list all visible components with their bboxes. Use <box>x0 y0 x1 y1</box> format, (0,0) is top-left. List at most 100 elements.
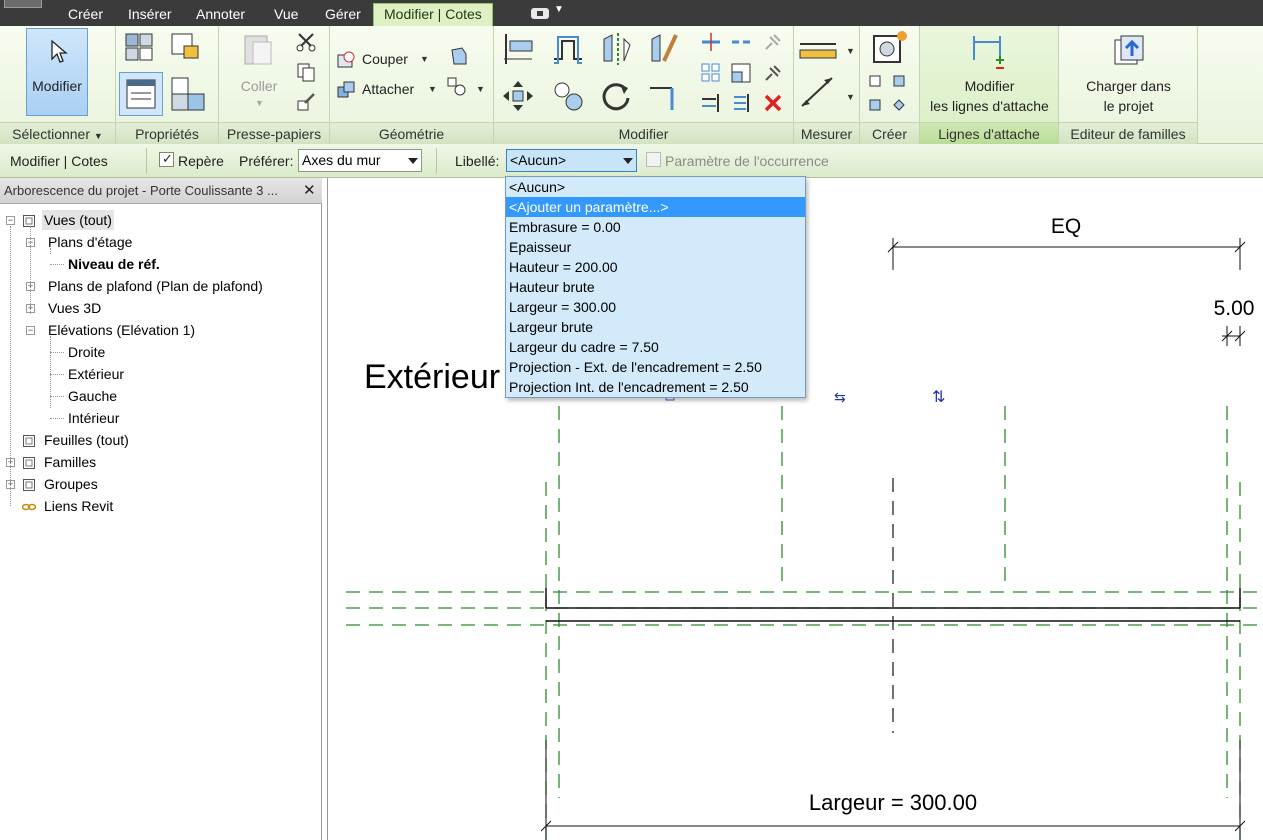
tree-item[interactable]: Extérieur <box>0 364 320 384</box>
width-dimension-text[interactable]: Largeur = 300.00 <box>809 790 977 815</box>
tree-item[interactable]: − Elévations (Elévation 1) <box>0 320 320 340</box>
trim-extend-multiple-icon[interactable] <box>730 92 752 114</box>
dropdown-option[interactable]: <Ajouter un paramètre...> <box>506 197 805 217</box>
cut-geometry-label[interactable]: Couper <box>362 51 408 67</box>
panel-measure: ▼ ▼ Mesurer <box>794 26 860 144</box>
tree-item[interactable]: Intérieur <box>0 408 320 428</box>
tab-annoter[interactable]: Annoter <box>196 4 245 26</box>
libelle-label: Libellé: <box>455 153 500 169</box>
create-group-icon[interactable] <box>868 74 908 114</box>
quick-access-dropdown-icon[interactable]: ▼ <box>554 4 564 15</box>
cut-icon[interactable] <box>295 31 317 53</box>
unpin-icon[interactable] <box>762 31 784 53</box>
join-geometry-icon[interactable] <box>335 79 357 101</box>
attach-dropdown-icon[interactable]: ▼ <box>428 84 437 94</box>
load-into-project-button[interactable]: Charger dans le projet <box>1059 26 1198 120</box>
measure-between-points-icon[interactable] <box>798 34 838 64</box>
dropdown-option[interactable]: Largeur = 300.00 <box>506 297 805 317</box>
offset-icon[interactable] <box>550 31 586 67</box>
load-into-project-icon <box>1114 35 1144 65</box>
modify-button-label: Modifier <box>32 78 82 94</box>
align-icon[interactable] <box>500 31 536 67</box>
dropdown-option[interactable]: Projection Int. de l'encadrement = 2.50 <box>506 377 805 397</box>
split-element-icon[interactable] <box>700 31 722 53</box>
attach-label[interactable]: Attacher <box>362 81 414 97</box>
paste-dropdown-icon[interactable]: ▼ <box>255 98 264 108</box>
aligned-dimension-icon[interactable] <box>798 74 838 110</box>
cut-geometry-icon[interactable] <box>335 49 357 71</box>
tree-item[interactable]: Droite <box>0 342 320 362</box>
eq-dimension-text[interactable]: EQ <box>1051 215 1081 238</box>
match-properties-icon[interactable] <box>295 91 317 113</box>
collapse-icon[interactable]: − <box>26 326 35 335</box>
tree-item[interactable]: − Plans d'étage <box>0 232 320 252</box>
panel-geometry-label: Géométrie <box>330 122 493 144</box>
tree-item[interactable]: − Vues (tout) <box>0 210 320 230</box>
tree-item[interactable]: + Vues 3D <box>0 298 320 318</box>
mirror-draw-axis-icon[interactable] <box>646 31 682 67</box>
copy-element-icon[interactable] <box>550 78 586 114</box>
dimension-dropdown-icon[interactable]: ▼ <box>846 92 855 102</box>
modify-attach-lines-button[interactable]: Modifier les lignes d'attache <box>920 26 1059 120</box>
repere-checkbox[interactable] <box>159 151 174 167</box>
tree-item[interactable]: Niveau de réf. <box>0 254 320 274</box>
panel-select-label[interactable]: Sélectionner ▼ <box>0 122 115 144</box>
eq-dimension[interactable] <box>887 238 1246 270</box>
move-icon[interactable] <box>500 78 536 114</box>
dropdown-option[interactable]: Hauteur = 200.00 <box>506 257 805 277</box>
flip-horizontal-icon[interactable]: ⇆ <box>834 390 846 406</box>
family-types-icon[interactable] <box>168 74 208 114</box>
tree-item[interactable]: Liens Revit <box>0 496 320 516</box>
libelle-select[interactable]: <Aucun> <box>506 149 637 172</box>
element-properties-icon[interactable] <box>168 30 202 64</box>
type-properties-icon[interactable] <box>122 30 156 64</box>
prefer-select[interactable]: Axes du mur <box>298 149 422 172</box>
measure-dropdown-icon[interactable]: ▼ <box>846 46 855 56</box>
properties-toggle-button[interactable] <box>119 72 163 116</box>
tab-gerer[interactable]: Gérer <box>325 4 361 26</box>
tab-modifier-cotes[interactable]: Modifier | Cotes <box>373 3 493 26</box>
dropdown-option[interactable]: Epaisseur <box>506 237 805 257</box>
dropdown-option[interactable]: Projection - Ext. de l'encadrement = 2.5… <box>506 357 805 377</box>
mirror-axis-icon[interactable] <box>598 31 634 67</box>
delete-icon[interactable] <box>762 92 784 114</box>
cut-dropdown-icon[interactable]: ▼ <box>420 54 429 64</box>
modify-button[interactable]: Modifier <box>26 28 88 116</box>
tree-item[interactable]: + Groupes <box>0 474 320 494</box>
geometry-more-dropdown-icon[interactable]: ▼ <box>476 84 485 94</box>
tree-item-label: Droite <box>68 344 106 360</box>
rotate-icon[interactable] <box>598 78 634 114</box>
split-gap-icon[interactable] <box>730 31 752 53</box>
dropdown-option[interactable]: Largeur brute <box>506 317 805 337</box>
array-icon[interactable] <box>700 62 722 84</box>
split-face-icon[interactable] <box>446 76 468 98</box>
copy-icon[interactable] <box>295 61 317 83</box>
tree-item[interactable]: Feuilles (tout) <box>0 430 320 450</box>
trim-extend-corner-icon[interactable] <box>646 78 682 114</box>
scale-icon[interactable] <box>730 62 752 84</box>
collapse-icon[interactable]: − <box>6 216 15 225</box>
application-button[interactable] <box>4 0 42 8</box>
small-dimension[interactable] <box>1221 326 1246 346</box>
tree-item[interactable]: + Plans de plafond (Plan de plafond) <box>0 276 320 296</box>
tree-item[interactable]: Gauche <box>0 386 320 406</box>
tab-vue[interactable]: Vue <box>274 4 298 26</box>
dropdown-option[interactable]: <Aucun> <box>506 177 805 197</box>
pin-icon[interactable] <box>762 62 784 84</box>
dropdown-option[interactable]: Embrasure = 0.00 <box>506 217 805 237</box>
flip-vertical-icon[interactable]: ⇅ <box>932 387 945 406</box>
close-icon[interactable]: ✕ <box>303 181 316 199</box>
dropdown-option[interactable]: Largeur du cadre = 7.50 <box>506 337 805 357</box>
wall-join-icon[interactable] <box>448 46 470 68</box>
tree-item[interactable]: + Familles <box>0 452 320 472</box>
occurrence-checkbox[interactable] <box>646 152 661 167</box>
paste-button[interactable]: Coller <box>229 76 289 96</box>
tab-inserer[interactable]: Insérer <box>128 4 172 26</box>
panel-family-editor: Charger dans le projet Editeur de famill… <box>1059 26 1198 144</box>
create-similar-icon[interactable] <box>870 30 910 66</box>
quick-access-icon[interactable] <box>531 8 549 19</box>
tab-creer[interactable]: Créer <box>68 4 103 26</box>
trim-extend-single-icon[interactable] <box>700 92 722 114</box>
dropdown-option[interactable]: Hauteur brute <box>506 277 805 297</box>
small-dimension-text[interactable]: 5.00 <box>1214 297 1255 320</box>
